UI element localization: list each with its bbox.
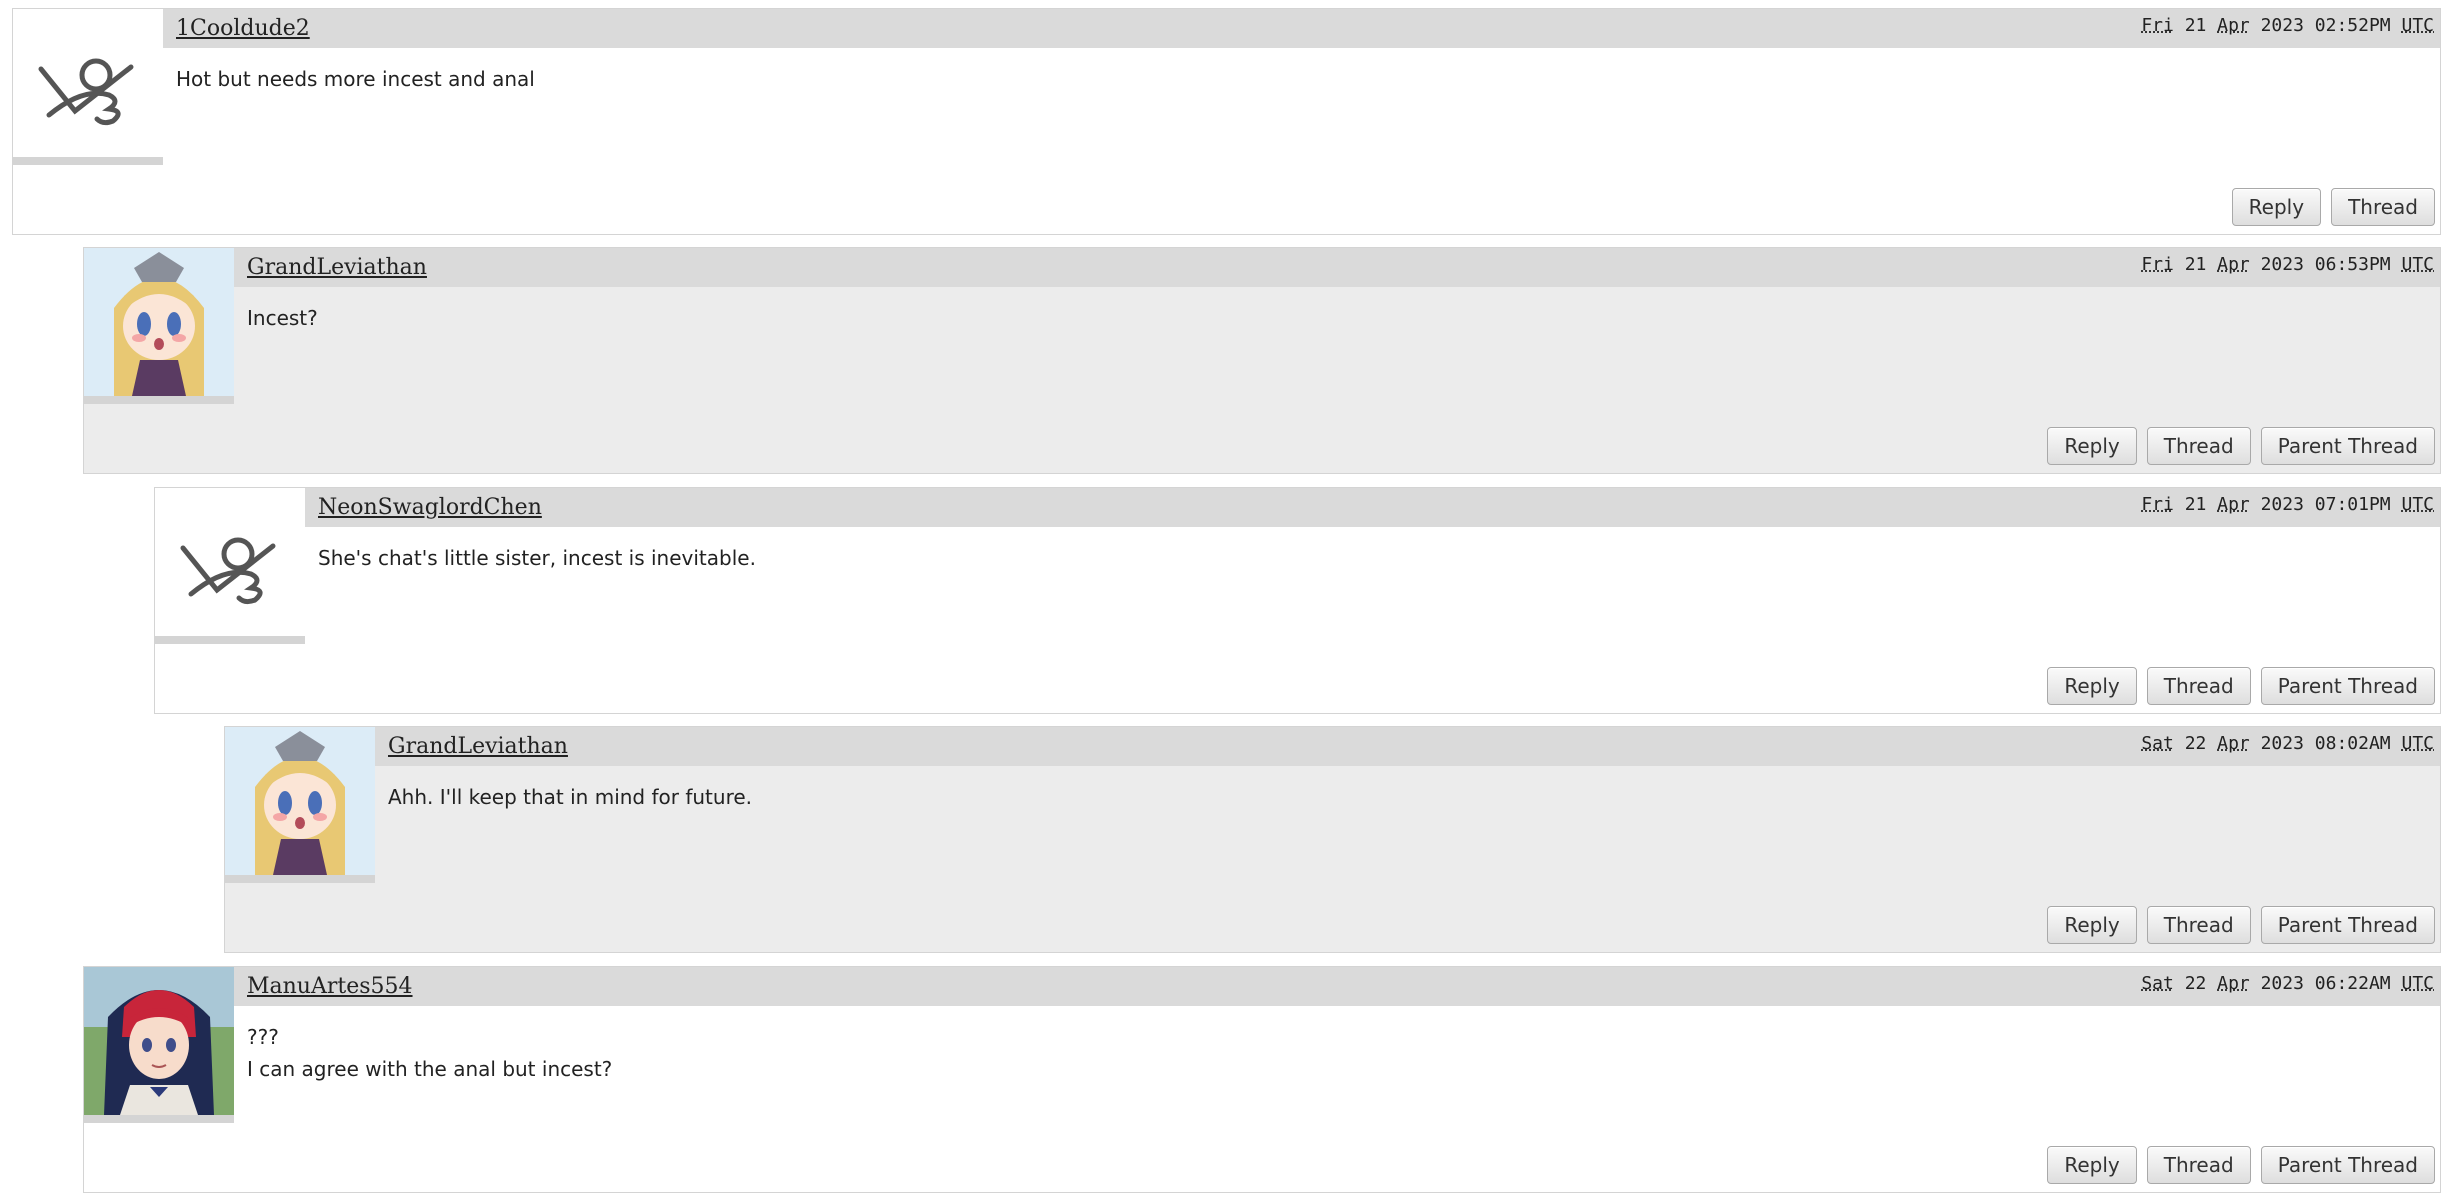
comment: GrandLeviathan Fri 21 Apr 2023 06:53PM U… — [83, 247, 2441, 474]
timestamp: Sat 22 Apr 2023 08:02AM UTC — [2141, 733, 2434, 754]
parent-thread-button[interactable]: Parent Thread — [2260, 906, 2435, 944]
thread-button[interactable]: Thread — [2331, 188, 2435, 226]
comment-actions: Reply Thread Parent Thread — [2047, 906, 2435, 944]
anime-avatar-redhair — [84, 967, 234, 1115]
comment-body: Incest? — [247, 306, 318, 330]
avatar[interactable] — [13, 9, 163, 165]
comment-header: GrandLeviathan Fri 21 Apr 2023 06:53PM U… — [234, 248, 2440, 287]
comment-header: GrandLeviathan Sat 22 Apr 2023 08:02AM U… — [375, 727, 2440, 766]
reply-button[interactable]: Reply — [2047, 906, 2137, 944]
reply-button[interactable]: Reply — [2047, 427, 2137, 465]
parent-thread-button[interactable]: Parent Thread — [2260, 667, 2435, 705]
comment: GrandLeviathan Sat 22 Apr 2023 08:02AM U… — [224, 726, 2441, 953]
comment-header: NeonSwaglordChen Fri 21 Apr 2023 07:01PM… — [305, 488, 2440, 527]
username-link[interactable]: GrandLeviathan — [388, 734, 568, 759]
timestamp: Sat 22 Apr 2023 06:22AM UTC — [2141, 973, 2434, 994]
parent-thread-button[interactable]: Parent Thread — [2260, 1146, 2435, 1184]
comment-actions: Reply Thread Parent Thread — [2047, 427, 2435, 465]
username-link[interactable]: ManuArtes554 — [247, 974, 413, 999]
reply-button[interactable]: Reply — [2047, 667, 2137, 705]
thread-button[interactable]: Thread — [2146, 427, 2251, 465]
anime-avatar-blonde — [84, 248, 234, 396]
comment: NeonSwaglordChen Fri 21 Apr 2023 07:01PM… — [154, 487, 2441, 714]
comment-actions: Reply Thread Parent Thread — [2047, 667, 2435, 705]
comment-body: Hot but needs more incest and anal — [176, 67, 535, 91]
default-avatar-icon — [38, 58, 134, 126]
comment-actions: Reply Thread — [2231, 188, 2435, 226]
comment-body: She's chat's little sister, incest is in… — [318, 546, 756, 570]
comment-header: ManuArtes554 Sat 22 Apr 2023 06:22AM UTC — [234, 967, 2440, 1006]
thread-button[interactable]: Thread — [2146, 667, 2251, 705]
reply-button[interactable]: Reply — [2231, 188, 2322, 226]
default-avatar-icon — [180, 537, 276, 605]
comment-actions: Reply Thread Parent Thread — [2047, 1146, 2435, 1184]
username-link[interactable]: 1Cooldude2 — [176, 16, 310, 41]
avatar[interactable] — [84, 967, 234, 1123]
username-link[interactable]: GrandLeviathan — [247, 255, 427, 280]
thread-button[interactable]: Thread — [2146, 1146, 2251, 1184]
timestamp: Fri 21 Apr 2023 07:01PM UTC — [2141, 494, 2434, 515]
avatar[interactable] — [84, 248, 234, 404]
timestamp: Fri 21 Apr 2023 02:52PM UTC — [2141, 15, 2434, 36]
avatar[interactable] — [225, 727, 375, 883]
thread-button[interactable]: Thread — [2146, 906, 2251, 944]
reply-button[interactable]: Reply — [2047, 1146, 2137, 1184]
comment: ManuArtes554 Sat 22 Apr 2023 06:22AM UTC… — [83, 966, 2441, 1193]
anime-avatar-blonde — [225, 727, 375, 875]
parent-thread-button[interactable]: Parent Thread — [2260, 427, 2435, 465]
avatar[interactable] — [155, 488, 305, 644]
comment-header: 1Cooldude2 Fri 21 Apr 2023 02:52PM UTC — [163, 9, 2440, 48]
comment-body: Ahh. I'll keep that in mind for future. — [388, 785, 753, 809]
comment-body: ??? I can agree with the anal but incest… — [247, 1025, 613, 1081]
comment: 1Cooldude2 Fri 21 Apr 2023 02:52PM UTC H… — [12, 8, 2441, 235]
timestamp: Fri 21 Apr 2023 06:53PM UTC — [2141, 254, 2434, 275]
username-link[interactable]: NeonSwaglordChen — [318, 495, 542, 520]
